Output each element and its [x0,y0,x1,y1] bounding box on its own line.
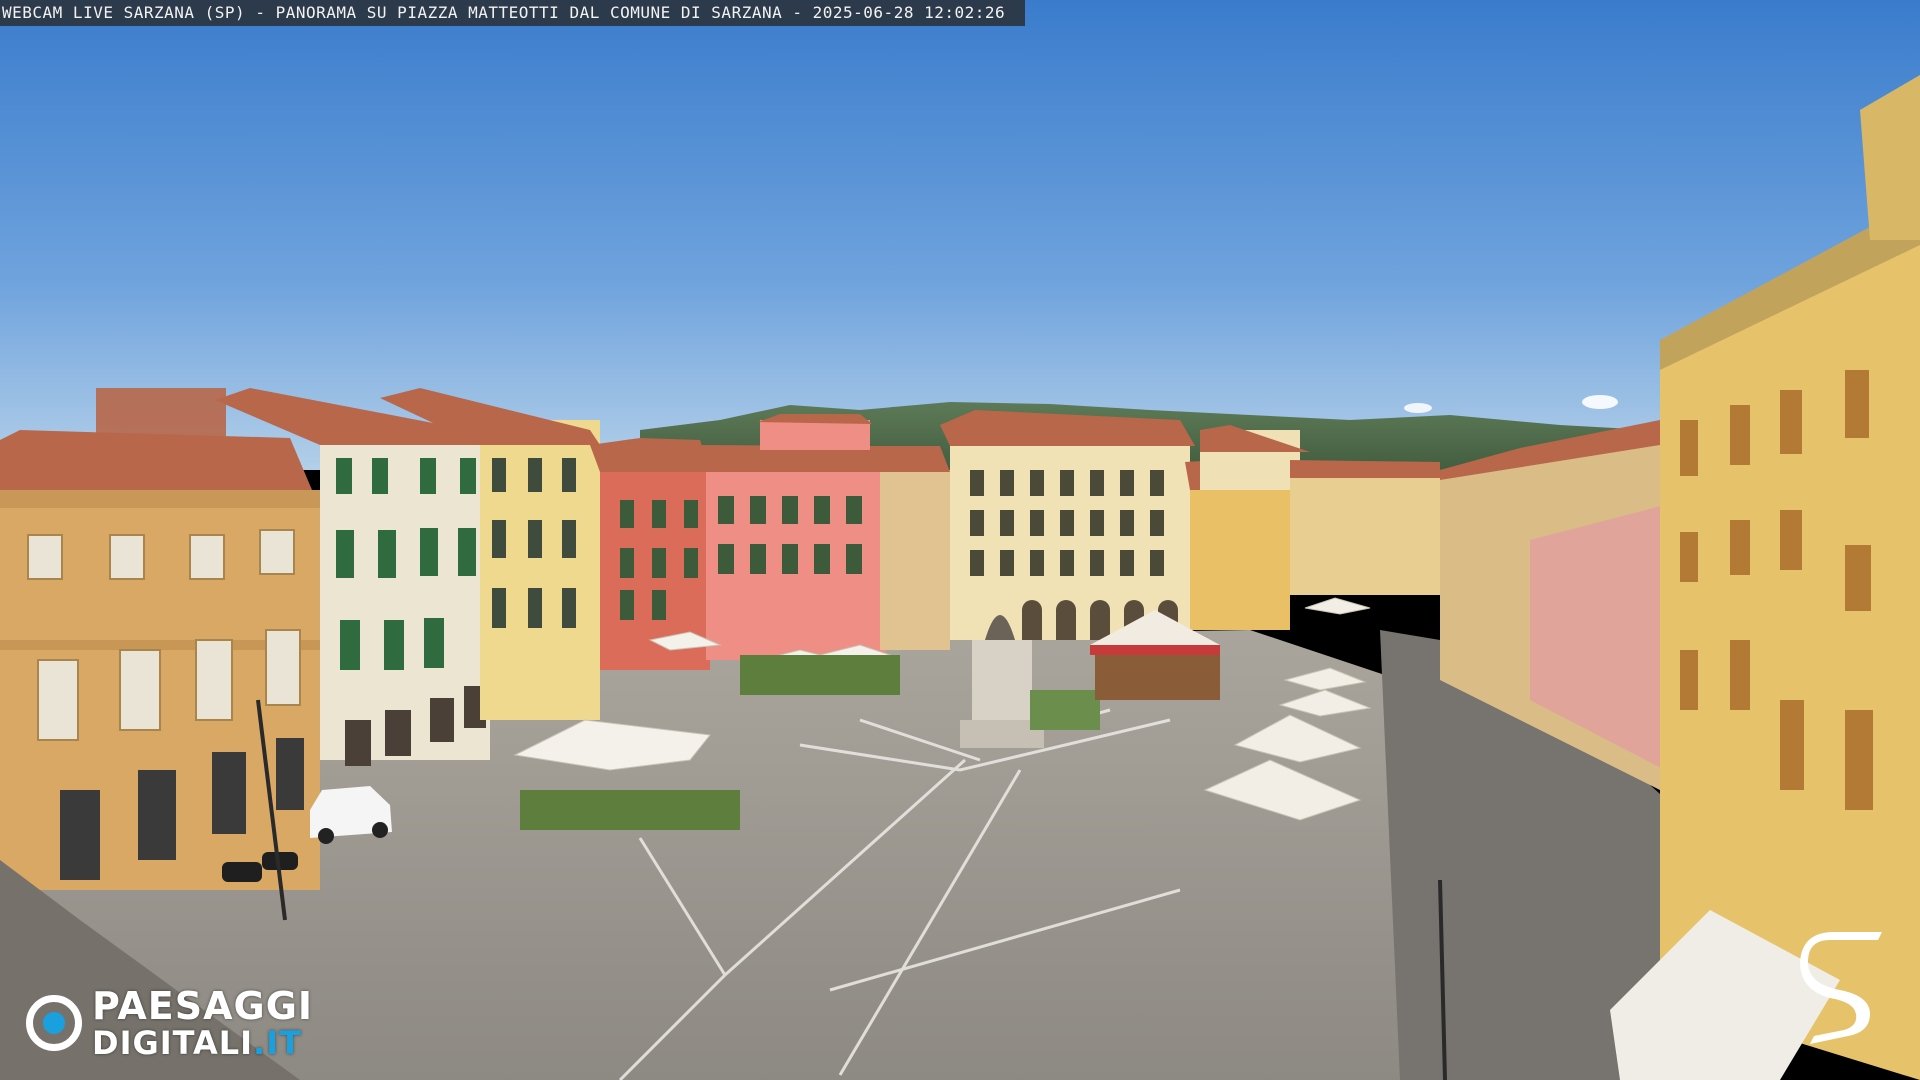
webcam-view [0,0,1920,1080]
building-beige [870,446,950,650]
logo-line1: PAESAGGI [92,984,314,1028]
logo-wordmark: PAESAGGI DIGITALI.IT [92,987,313,1059]
logo-line2-text: DIGITALI [92,1024,254,1062]
building-yellow-windows [492,458,576,628]
cloud [1582,395,1618,409]
eye-lens-icon [26,995,82,1051]
paesaggi-digitali-logo: PAESAGGI DIGITALI.IT [26,987,313,1059]
logo-line2: DIGITALI.IT [92,1027,313,1059]
webcam-caption: WEBCAM LIVE SARZANA (SP) - PANORAMA SU P… [2,3,1006,22]
cloud [1404,403,1432,413]
piazza-panorama-image [0,0,1920,1080]
building-pink [700,414,886,660]
webcam-caption-bar: WEBCAM LIVE SARZANA (SP) - PANORAMA SU P… [0,0,1026,26]
logo-suffix: .IT [253,1024,302,1062]
letter-s-logo-icon [1800,932,1882,1044]
